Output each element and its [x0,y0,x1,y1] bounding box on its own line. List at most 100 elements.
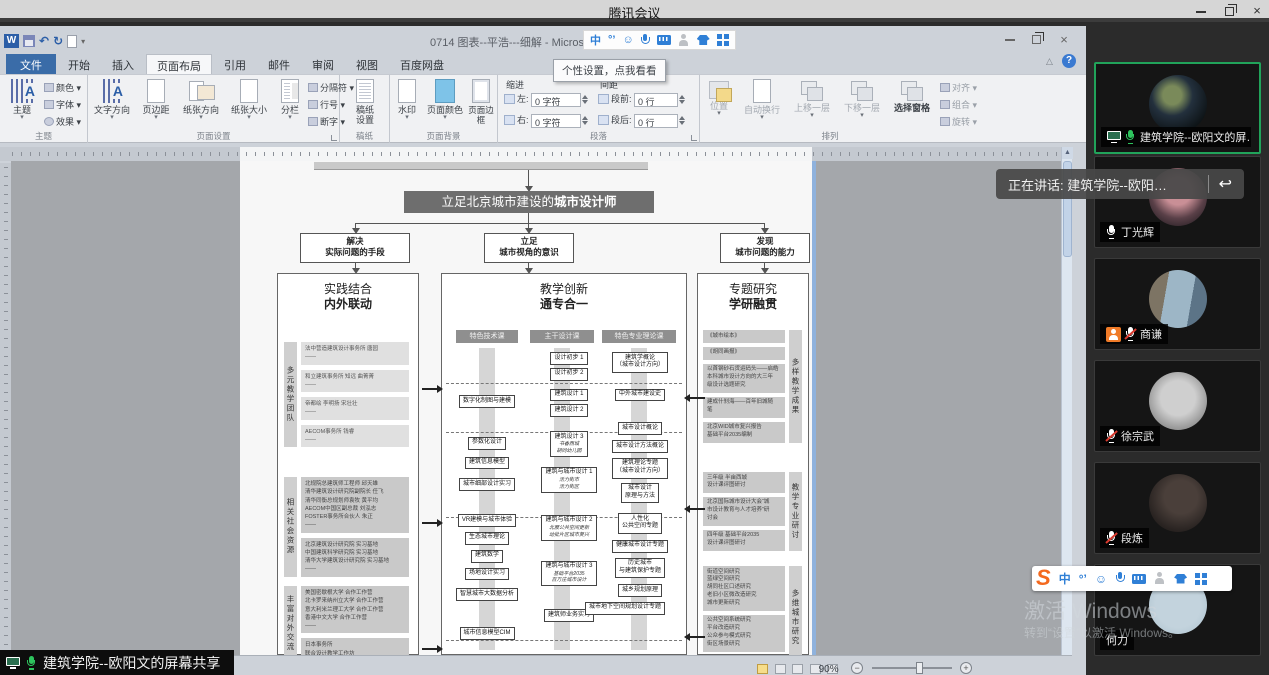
word-minimize-icon[interactable] [998,32,1022,46]
selection-pane-button[interactable]: 选择窗格 [886,78,938,113]
lang-chinese-icon[interactable]: 中 [1059,570,1071,587]
word-close-icon[interactable]: × [1052,32,1076,47]
soft-keyboard-icon[interactable] [1132,574,1146,584]
watermark-button[interactable]: 水印▾ [392,78,422,121]
theme-fonts-button[interactable]: 字体 ▾ [44,98,81,111]
lang-chinese-icon[interactable]: 中 [590,32,601,48]
tab-页面布局[interactable]: 页面布局 [146,54,212,74]
spacing-before-spinner[interactable] [679,94,685,105]
zoom-level[interactable]: 90% [819,664,839,675]
tab-插入[interactable]: 插入 [102,54,144,74]
horizontal-ruler[interactable] [0,147,1072,161]
tab-邮件[interactable]: 邮件 [258,54,300,74]
page-borders-button[interactable]: 页面边框 [466,78,496,125]
skin-icon[interactable] [1174,574,1187,584]
align-button[interactable]: 对齐 ▾ [940,81,977,94]
tab-引用[interactable]: 引用 [214,54,256,74]
themes-button[interactable]: 主题▾ [4,78,40,121]
bring-forward-button[interactable]: 上移一层▾ [788,78,836,119]
page-setup-dialog-launcher[interactable] [331,135,337,141]
skin-icon[interactable] [697,35,710,45]
indent-left-spinner[interactable] [582,94,588,105]
qat-customize-icon[interactable]: ▾ [81,37,85,46]
tab-审阅[interactable]: 审阅 [302,54,344,74]
zoom-out-icon[interactable]: − [851,662,863,674]
indent-right-spinner[interactable] [582,115,588,126]
toolbox-icon[interactable] [717,34,729,46]
close-icon[interactable]: × [1244,2,1269,20]
zoom-in-icon[interactable]: + [960,662,972,674]
spacing-before-input[interactable]: 0 行 [634,93,678,107]
section-items: 美国密歇根大学 合作工作营 北卡罗来纳州立大学 合作工作营 意大利米兰理工大学 … [301,586,409,655]
columns-button[interactable]: 分栏▾ [274,78,306,121]
undo-icon[interactable]: ↶ [39,34,49,48]
scroll-up-icon[interactable]: ▲ [1062,147,1073,159]
web-layout-view-icon[interactable] [792,664,803,674]
info-box: 帝都绘 李明扬 宋壮壮 —— [301,397,409,420]
paragraph-dialog-launcher[interactable] [691,135,697,141]
info-box: 北京WID城市复兴报告 基础平台2035编制 [703,422,785,443]
course-title: 历史城市 与建筑保护专题 [619,560,661,576]
position-button[interactable]: 位置▾ [702,78,736,117]
participant-tile[interactable]: 商谦 [1094,258,1261,350]
text-direction-button[interactable]: 文字方向▾ [90,78,134,121]
grid-paper-button[interactable]: 稿纸设置 [344,78,386,125]
course-title: 中外城市建设史 [619,391,661,399]
voice-input-icon[interactable] [1115,572,1124,585]
send-backward-button[interactable]: 下移一层▾ [838,78,886,119]
orientation-button[interactable]: 纸张方向▾ [178,78,224,121]
restore-icon[interactable] [1216,2,1242,20]
new-document-icon[interactable] [67,35,77,48]
page-color-button[interactable]: 页面颜色▾ [422,78,468,121]
collapse-ribbon-icon[interactable]: △ [1046,56,1053,67]
indent-right-input[interactable]: 0 字符 [531,114,581,128]
info-box: 《胡同画报》 [703,347,785,360]
cap-sunglasses-photo-avatar [1149,75,1207,133]
participant-tile[interactable]: 段炼 [1094,462,1261,554]
person-mode-icon[interactable] [678,34,690,47]
margins-button[interactable]: 页边距▾ [136,78,176,121]
course-title: 建筑学概论 （城市设计方向） [616,355,664,371]
course-box: 数字化制图与建模 [459,395,515,408]
sogou-logo-icon[interactable]: S [1036,567,1051,589]
redo-icon[interactable]: ↻ [53,34,63,48]
emoji-icon[interactable]: ☺ [1095,572,1107,586]
spacing-after-spinner[interactable] [679,115,685,126]
vertical-ruler[interactable] [0,163,11,675]
participant-name: 商谦 [1140,326,1162,342]
group-button[interactable]: 组合 ▾ [940,98,977,111]
wrap-text-button[interactable]: 自动换行▾ [738,78,786,121]
voice-input-icon[interactable] [641,34,650,47]
tab-文件[interactable]: 文件 [6,54,56,74]
course-box: 参数化设计 [468,437,506,450]
minimize-icon[interactable] [1188,2,1214,20]
word-restore-icon[interactable] [1024,32,1048,46]
section-items: 北规院总建筑师工程师 邱天雄 清华建筑设计研究院副院长 任飞 清华同衡总规划师袁… [301,477,409,577]
toolbox-icon[interactable] [1195,573,1207,585]
help-icon[interactable]: ? [1062,54,1076,68]
theme-colors-button[interactable]: 颜色 ▾ [44,81,81,94]
soft-keyboard-icon[interactable] [657,35,671,45]
spacing-after-input[interactable]: 0 行 [634,114,678,128]
punctuation-icon[interactable]: °’ [1079,572,1087,586]
save-icon[interactable] [23,35,35,47]
tab-百度网盘[interactable]: 百度网盘 [390,54,454,74]
person-mode-icon[interactable] [1154,572,1166,585]
participant-tile[interactable]: 徐宗武 [1094,360,1261,452]
arrow-right-icon [422,648,438,650]
indent-left-input[interactable]: 0 字符 [531,93,581,107]
rotate-button[interactable]: 旋转 ▾ [940,115,977,128]
emoji-icon[interactable]: ☺ [622,34,633,46]
theme-effects-button[interactable]: 效果 ▾ [44,115,81,128]
print-layout-view-icon[interactable] [757,664,768,674]
zoom-slider[interactable] [872,667,952,669]
tab-视图[interactable]: 视图 [346,54,388,74]
fullscreen-reading-view-icon[interactable] [775,664,786,674]
punctuation-icon[interactable]: °’ [608,34,615,46]
tab-开始[interactable]: 开始 [58,54,100,74]
zoom-slider-thumb[interactable] [916,662,923,674]
text-direction-icon [103,79,121,103]
paper-size-button[interactable]: 纸张大小▾ [226,78,272,121]
reply-arrow-icon[interactable]: ↩ [1219,174,1244,194]
participant-tile[interactable]: 建筑学院--欧阳文的屏… [1094,62,1261,154]
